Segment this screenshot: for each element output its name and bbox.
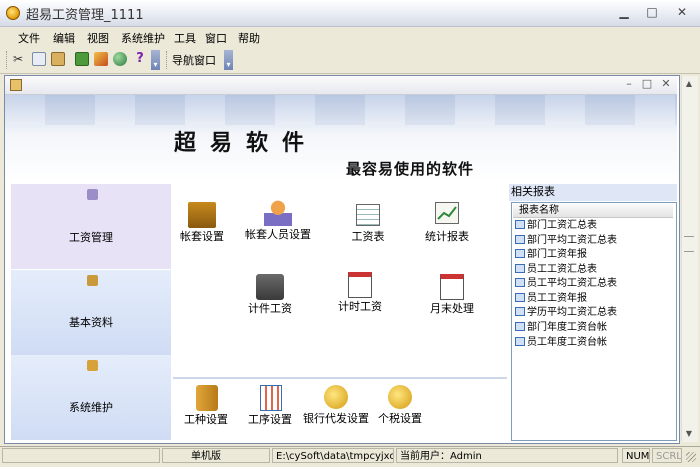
coin-icon bbox=[388, 385, 412, 409]
menu-system[interactable]: 系统维护 bbox=[121, 29, 165, 48]
coin-icon bbox=[324, 385, 348, 409]
report-label: 员工工资年报 bbox=[527, 293, 587, 304]
toolbar-overflow-icon[interactable]: ▾ bbox=[224, 50, 233, 70]
func-label: 工资表 bbox=[351, 230, 385, 243]
child-maximize-icon[interactable]: □ bbox=[640, 77, 654, 91]
basic-data-icon bbox=[87, 275, 98, 286]
menu-view[interactable]: 视图 bbox=[87, 29, 109, 48]
copy-icon[interactable] bbox=[32, 52, 46, 66]
refresh-icon[interactable] bbox=[75, 52, 89, 66]
app-icon bbox=[6, 6, 20, 20]
salary-icon bbox=[87, 189, 98, 200]
report-icon bbox=[515, 307, 525, 316]
report-icon bbox=[515, 293, 525, 302]
reports-column-label: 报表名称 bbox=[519, 205, 559, 216]
banner-slogan: 最容易使用的软件 bbox=[346, 160, 475, 178]
func-label: 月末处理 bbox=[430, 302, 474, 315]
report-item[interactable]: 部门平均工资汇总表 bbox=[515, 234, 617, 248]
report-item[interactable]: 员工年度工资台帐 bbox=[515, 336, 607, 350]
chart-icon bbox=[435, 202, 459, 224]
menu-file[interactable]: 文件 bbox=[18, 29, 40, 48]
nav-window-button[interactable]: 导航窗口 bbox=[172, 52, 216, 68]
report-item[interactable]: 部门工资汇总表 bbox=[515, 219, 597, 233]
globe-icon[interactable] bbox=[113, 52, 127, 66]
hammer-icon bbox=[87, 360, 98, 371]
cut-icon[interactable]: ✂ bbox=[13, 52, 27, 66]
toolbar-grip bbox=[166, 51, 170, 69]
report-item[interactable]: 学历平均工资汇总表 bbox=[515, 306, 617, 320]
status-pane-empty bbox=[2, 448, 160, 463]
help-icon[interactable]: ? bbox=[133, 52, 147, 66]
scroll-up-icon[interactable]: ▲ bbox=[681, 77, 697, 91]
close-icon[interactable]: ✕ bbox=[670, 3, 694, 21]
minimize-icon[interactable]: ▁ bbox=[612, 3, 636, 21]
nav-label: 工资管理 bbox=[69, 231, 113, 244]
status-scrl: SCRL bbox=[652, 448, 682, 463]
report-icon bbox=[515, 264, 525, 273]
scroll-down-icon[interactable]: ▼ bbox=[681, 427, 697, 441]
report-item[interactable]: 员工工资汇总表 bbox=[515, 263, 597, 277]
report-label: 学历平均工资汇总表 bbox=[527, 307, 617, 318]
func-label: 帐套人员设置 bbox=[245, 228, 311, 241]
report-icon bbox=[515, 249, 525, 258]
resize-grip-icon[interactable] bbox=[686, 452, 696, 462]
status-data-path: E:\cySoft\data\tmpcyjxc.sys bbox=[272, 448, 394, 463]
report-label: 员工年度工资台帐 bbox=[527, 337, 607, 348]
edit-icon[interactable] bbox=[94, 52, 108, 66]
window-title: 超易工资管理_1111 bbox=[26, 8, 144, 23]
status-current-user: 当前用户：Admin bbox=[396, 448, 618, 463]
nav-label: 系统维护 bbox=[69, 401, 113, 414]
report-label: 部门平均工资汇总表 bbox=[527, 235, 617, 246]
table-icon bbox=[356, 204, 380, 226]
calendar-icon bbox=[348, 272, 372, 298]
report-label: 部门工资汇总表 bbox=[527, 220, 597, 231]
vertical-scrollbar[interactable] bbox=[681, 76, 698, 442]
report-icon bbox=[515, 322, 525, 331]
report-icon bbox=[515, 337, 525, 346]
banner-title: 超易软件 bbox=[174, 131, 319, 156]
report-item[interactable]: 部门年度工资台帐 bbox=[515, 321, 607, 335]
menu-window[interactable]: 窗口 bbox=[205, 29, 227, 48]
calendar-icon bbox=[440, 274, 464, 300]
report-item[interactable]: 员工平均工资汇总表 bbox=[515, 277, 617, 291]
menu-tools[interactable]: 工具 bbox=[174, 29, 196, 48]
menu-edit[interactable]: 编辑 bbox=[53, 29, 75, 48]
folder-icon bbox=[188, 202, 216, 228]
maximize-icon[interactable]: □ bbox=[640, 3, 664, 21]
person-icon bbox=[264, 200, 292, 226]
report-label: 部门年度工资台帐 bbox=[527, 322, 607, 333]
toolbar-overflow-icon[interactable]: ▾ bbox=[151, 50, 160, 70]
report-label: 员工平均工资汇总表 bbox=[527, 278, 617, 289]
child-close-icon[interactable]: ✕ bbox=[659, 77, 673, 91]
report-icon bbox=[515, 235, 525, 244]
report-icon bbox=[515, 278, 525, 287]
banner-clouds bbox=[5, 95, 677, 125]
child-title-bar bbox=[5, 76, 677, 95]
briefcase-icon bbox=[256, 274, 284, 300]
reports-header: 相关报表 bbox=[509, 184, 677, 201]
report-label: 部门工资年报 bbox=[527, 249, 587, 260]
child-minimize-icon[interactable]: – bbox=[622, 77, 636, 91]
func-label: 个税设置 bbox=[378, 412, 422, 425]
func-label: 统计报表 bbox=[425, 230, 469, 243]
report-icon bbox=[515, 220, 525, 229]
scroll-thumb[interactable] bbox=[684, 236, 694, 252]
reports-column-header[interactable]: 报表名称 bbox=[513, 204, 673, 218]
grid-icon bbox=[260, 385, 282, 411]
status-mode: 单机版 bbox=[162, 448, 270, 463]
func-label: 计时工资 bbox=[338, 300, 382, 313]
report-label: 员工工资汇总表 bbox=[527, 264, 597, 275]
toolbar-grip bbox=[6, 51, 10, 69]
nav-label: 基本资料 bbox=[69, 316, 113, 329]
menu-help[interactable]: 帮助 bbox=[238, 29, 260, 48]
report-item[interactable]: 部门工资年报 bbox=[515, 248, 587, 262]
paste-icon[interactable] bbox=[51, 52, 65, 66]
func-label: 计件工资 bbox=[248, 302, 292, 315]
hammer-icon bbox=[196, 385, 218, 411]
status-num: NUM bbox=[622, 448, 650, 463]
report-item[interactable]: 员工工资年报 bbox=[515, 292, 587, 306]
child-window-icon bbox=[10, 79, 22, 91]
func-label: 帐套设置 bbox=[180, 230, 224, 243]
